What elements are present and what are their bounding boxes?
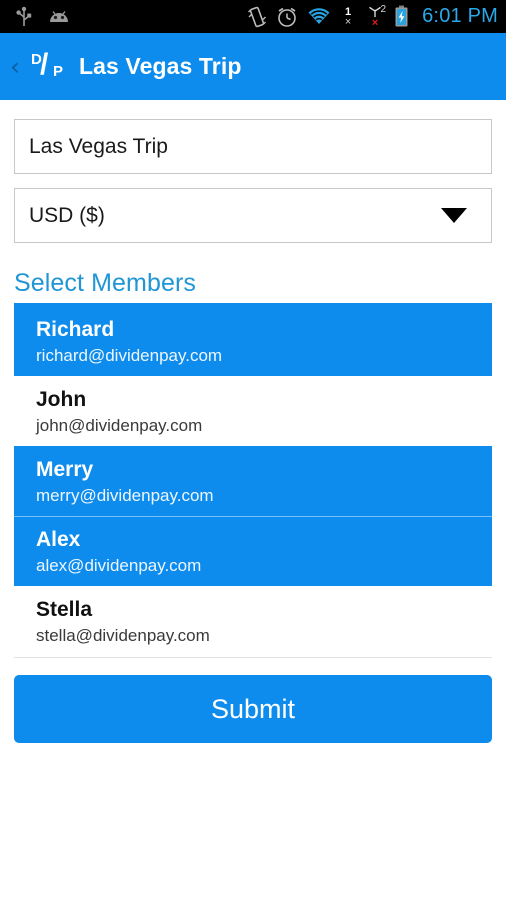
member-name: Merry <box>36 458 94 481</box>
status-clock: 6:01 PM <box>422 5 498 27</box>
member-email: john@dividenpay.com <box>36 416 203 435</box>
app-logo-p: P <box>53 62 64 80</box>
battery-charging-icon <box>395 5 408 27</box>
currency-select[interactable]: USD ($) <box>14 188 492 243</box>
status-bar: 1 × 2 × 6:01 PM <box>0 0 506 33</box>
back-chevron-icon[interactable]: ‹ <box>7 54 23 79</box>
member-list: Richard richard@dividenpay.com John john… <box>14 306 492 656</box>
list-item[interactable]: Richard richard@dividenpay.com <box>14 306 492 376</box>
member-name: Richard <box>36 318 115 341</box>
member-name: Alex <box>36 528 81 551</box>
member-name: Stella <box>36 598 93 621</box>
trip-name-value: Las Vegas Trip <box>29 134 168 158</box>
list-item[interactable]: Alex alex@dividenpay.com <box>14 516 492 586</box>
member-name: John <box>36 388 87 411</box>
currency-value: USD ($) <box>29 203 105 227</box>
sim1-no-service-icon: 1 × <box>340 6 356 28</box>
main-content: Las Vegas Trip USD ($) Select Members Ri… <box>0 119 506 743</box>
submit-button[interactable]: Submit <box>14 675 492 743</box>
member-email: richard@dividenpay.com <box>36 346 223 365</box>
list-item[interactable]: John john@dividenpay.com <box>14 376 492 446</box>
list-bottom-divider <box>14 657 492 658</box>
list-item[interactable]: Stella stella@dividenpay.com <box>14 586 492 656</box>
sim2-no-service-icon: 2 × <box>365 3 387 29</box>
app-logo-icon[interactable]: D / P <box>29 47 67 84</box>
list-item[interactable]: Merry merry@dividenpay.com <box>14 446 492 516</box>
sim1-label: 1 <box>345 5 352 18</box>
member-email: merry@dividenpay.com <box>36 486 214 505</box>
select-members-heading: Select Members <box>14 269 197 297</box>
trip-name-field[interactable]: Las Vegas Trip <box>14 119 492 174</box>
usb-icon <box>16 6 32 26</box>
vibrate-icon <box>248 6 267 27</box>
app-screen: 1 × 2 × 6:01 PM ‹ D / P Las Vegas Trip L… <box>0 0 506 900</box>
alarm-clock-icon <box>278 7 296 27</box>
member-email: alex@dividenpay.com <box>36 556 202 575</box>
status-bar-left-icons <box>14 6 70 28</box>
sim2-label: 2 <box>380 3 387 15</box>
wifi-icon <box>308 8 330 24</box>
android-debug-icon <box>50 10 68 22</box>
chevron-down-icon[interactable] <box>441 208 467 223</box>
status-bar-right-icons: 1 × 2 × 6:01 PM <box>247 3 498 29</box>
member-email: stella@dividenpay.com <box>36 626 210 645</box>
sim1-state: × <box>344 15 352 28</box>
action-bar: ‹ D / P Las Vegas Trip <box>0 33 506 100</box>
app-logo-slash: / <box>40 47 49 81</box>
sim2-state: × <box>371 16 379 29</box>
page-title: Las Vegas Trip <box>79 53 242 79</box>
